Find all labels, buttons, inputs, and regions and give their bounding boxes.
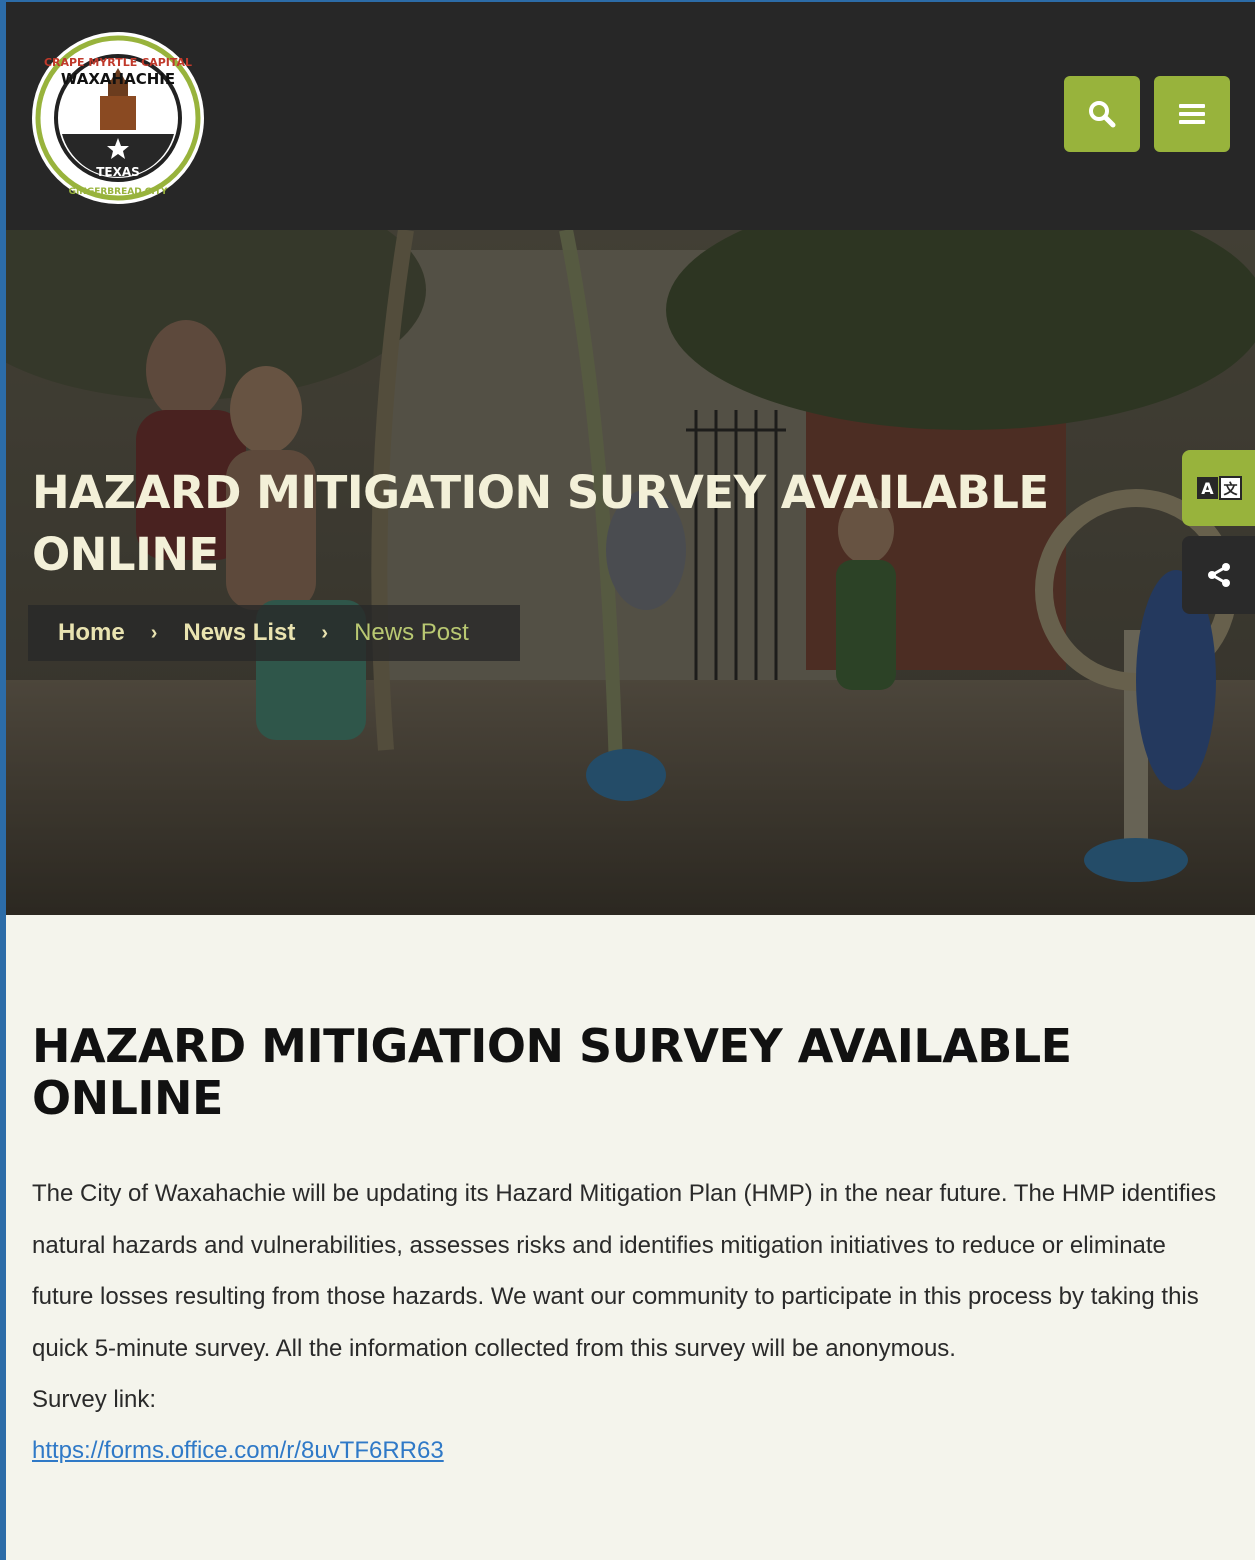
post-content: HAZARD MITIGATION SURVEY AVAILABLE ONLIN…	[32, 1020, 1232, 1476]
survey-link[interactable]: https://forms.office.com/r/8uvTF6RR63	[32, 1425, 1232, 1476]
city-logo[interactable]: CRAPE MYRTLE CAPITAL WAXAHACHIE TEXAS GI…	[30, 30, 206, 206]
logo-top-text: CRAPE MYRTLE CAPITAL	[44, 56, 192, 69]
hamburger-menu-icon	[1179, 104, 1205, 124]
share-button[interactable]	[1182, 536, 1255, 614]
hero-title: HAZARD MITIGATION SURVEY AVAILABLE ONLIN…	[32, 466, 1049, 581]
share-icon	[1207, 563, 1230, 587]
breadcrumb: Home › News List › News Post	[28, 605, 520, 661]
logo-bottom-text: GINGERBREAD CITY	[69, 187, 168, 197]
menu-button[interactable]	[1154, 76, 1230, 152]
svg-text:文: 文	[1223, 481, 1238, 498]
logo-state-text: TEXAS	[96, 165, 140, 179]
breadcrumb-news-list-link[interactable]: News List	[183, 619, 295, 647]
site-header: CRAPE MYRTLE CAPITAL WAXAHACHIE TEXAS GI…	[6, 2, 1255, 230]
post-body: The City of Waxahachie will be updating …	[32, 1180, 1217, 1362]
search-icon	[1089, 101, 1116, 128]
breadcrumb-separator: ›	[150, 621, 158, 644]
breadcrumb-current: News Post	[354, 619, 469, 646]
breadcrumb-separator: ›	[321, 621, 329, 644]
survey-link-label: Survey link:	[32, 1386, 157, 1413]
post-title: HAZARD MITIGATION SURVEY AVAILABLE ONLIN…	[32, 1019, 1072, 1125]
translate-button[interactable]: A 文	[1182, 450, 1255, 526]
breadcrumb-home-link[interactable]: Home	[58, 619, 125, 647]
logo-city-text: WAXAHACHIE	[61, 70, 175, 88]
search-button[interactable]	[1064, 76, 1140, 152]
translate-icon: A 文	[1196, 476, 1242, 500]
svg-text:A: A	[1201, 479, 1214, 498]
hero-banner: HAZARD MITIGATION SURVEY AVAILABLE ONLIN…	[6, 230, 1255, 915]
city-seal-icon: CRAPE MYRTLE CAPITAL WAXAHACHIE TEXAS GI…	[32, 32, 204, 204]
